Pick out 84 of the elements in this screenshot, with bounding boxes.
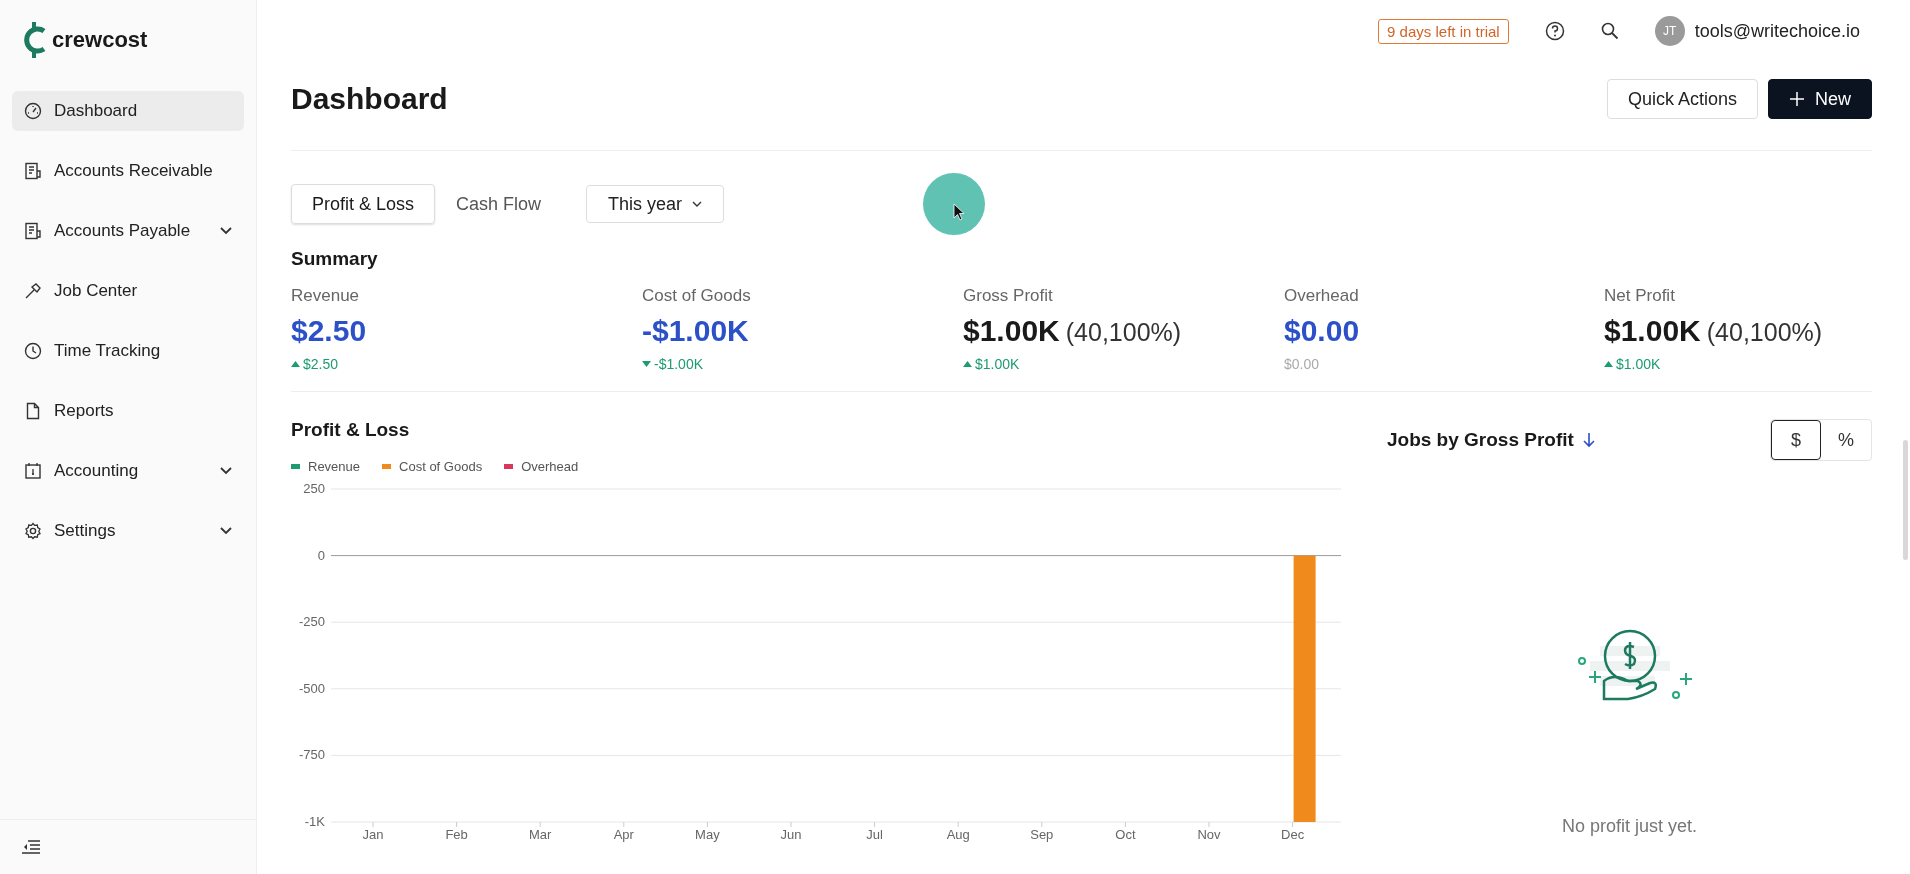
y-tick-label: -500 xyxy=(298,680,325,696)
calendar-icon xyxy=(24,462,42,480)
metric-delta: $0.00 xyxy=(1284,356,1320,372)
metric-label: Net Profit xyxy=(1604,286,1676,306)
cursor-icon xyxy=(922,172,986,236)
user-email[interactable]: tools@writechoice.io xyxy=(1694,20,1860,42)
collapse-sidebar-icon[interactable] xyxy=(21,839,41,855)
sort-down-icon[interactable] xyxy=(1581,432,1596,448)
trend-up-icon xyxy=(291,361,300,367)
metric-percent: (40,100%) xyxy=(1706,318,1823,347)
chevron-down-icon xyxy=(220,227,232,235)
sidebar-item[interactable]: Settings xyxy=(12,511,244,551)
legend-item[interactable]: Revenue xyxy=(291,459,361,474)
sidebar-item[interactable]: Accounting xyxy=(12,451,244,491)
plus-icon xyxy=(1789,91,1805,107)
metric-delta: $1.00K xyxy=(975,356,1020,372)
unit-toggle[interactable]: % xyxy=(1821,420,1871,460)
tab[interactable]: Profit & Loss xyxy=(291,184,436,224)
metric-percent: (40,100%) xyxy=(1065,318,1182,347)
x-tick-label: Jan xyxy=(362,827,384,842)
tab[interactable]: Cash Flow xyxy=(435,184,563,224)
quick-actions-button[interactable]: Quick Actions xyxy=(1606,79,1758,119)
panel-title: Jobs by Gross Profit xyxy=(1387,429,1574,451)
metric-label: Gross Profit xyxy=(963,286,1054,306)
metric-label: Cost of Goods xyxy=(642,286,752,306)
metric-label: Revenue xyxy=(291,286,361,306)
metric-value: $1.00K xyxy=(963,314,1060,348)
y-tick-label: -1K xyxy=(304,814,325,829)
brand-name: crewcost xyxy=(52,27,148,53)
x-tick-label: Oct xyxy=(1115,827,1136,842)
metric-label: Overhead xyxy=(1284,286,1360,306)
x-tick-label: Jun xyxy=(780,827,802,842)
metric-value: $2.50 xyxy=(291,314,367,348)
legend-item[interactable]: Overhead xyxy=(504,459,579,474)
metric-value: $0.00 xyxy=(1284,314,1360,348)
y-tick-label: -750 xyxy=(298,747,325,763)
metric-delta: -$1.00K xyxy=(654,356,704,372)
x-tick-label: Aug xyxy=(946,827,970,842)
sidebar-item[interactable]: Time Tracking xyxy=(12,331,244,371)
file-icon xyxy=(24,402,42,420)
metric-value: $1.00K xyxy=(1604,314,1701,348)
x-tick-label: Jul xyxy=(866,827,883,842)
sidebar-item[interactable]: Accounts Payable xyxy=(12,211,244,251)
clock-icon xyxy=(24,342,42,360)
ledger-icon xyxy=(24,222,42,240)
x-tick-label: Apr xyxy=(613,827,634,842)
settings-icon xyxy=(24,522,42,540)
page-title: Dashboard xyxy=(291,82,448,116)
sidebar-item[interactable]: Dashboard xyxy=(12,91,244,131)
chevron-down-icon xyxy=(220,467,232,475)
x-tick-label: Feb xyxy=(445,827,468,842)
y-tick-label: 0 xyxy=(317,547,325,563)
metric-delta: $1.00K xyxy=(1616,356,1661,372)
x-tick-label: Nov xyxy=(1197,827,1221,842)
metric-value: -$1.00K xyxy=(642,314,749,348)
sidebar-item[interactable]: Reports xyxy=(12,391,244,431)
period-dropdown[interactable]: This year xyxy=(586,185,725,223)
x-tick-label: Dec xyxy=(1281,827,1305,842)
sidebar-item[interactable]: Accounts Receivable xyxy=(12,151,244,191)
unit-toggle[interactable]: $ xyxy=(1771,420,1821,460)
trend-up-icon xyxy=(963,361,972,367)
chart-title: Profit & Loss xyxy=(291,419,411,441)
hammer-icon xyxy=(24,282,42,300)
trend-down-icon xyxy=(642,361,651,367)
help-icon[interactable] xyxy=(1544,21,1565,41)
ledger-icon xyxy=(24,162,42,180)
trend-up-icon xyxy=(1604,361,1613,367)
y-tick-label: 250 xyxy=(303,481,325,496)
gauge-icon xyxy=(24,102,42,120)
legend-item[interactable]: Cost of Goods xyxy=(382,459,483,474)
x-tick-label: May xyxy=(695,827,720,842)
y-tick-label: -250 xyxy=(298,614,325,630)
new-button[interactable]: New xyxy=(1768,79,1872,119)
x-tick-label: Sep xyxy=(1030,827,1054,842)
scrollbar[interactable] xyxy=(1903,440,1908,560)
sidebar-item[interactable]: Job Center xyxy=(12,271,244,311)
chevron-down-icon xyxy=(220,527,232,535)
metric-delta: $2.50 xyxy=(303,356,339,372)
x-tick-label: Mar xyxy=(529,827,552,842)
empty-message: No profit just yet. xyxy=(1561,816,1698,837)
search-icon[interactable] xyxy=(1600,22,1619,40)
section-title: Summary xyxy=(291,248,379,270)
trial-badge: 9 days left in trial xyxy=(1378,18,1509,44)
chevron-down-icon xyxy=(692,200,703,208)
